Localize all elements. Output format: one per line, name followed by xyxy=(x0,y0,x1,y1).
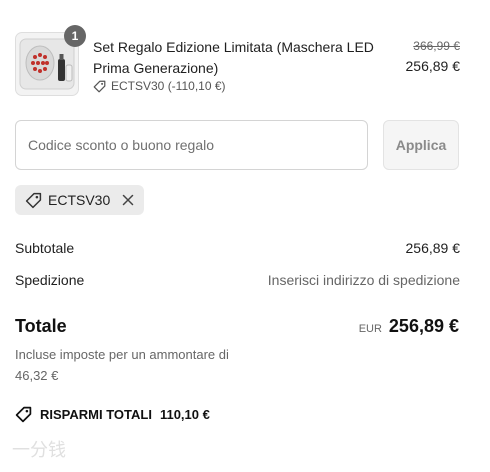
applied-discount-code: ECTSV30 xyxy=(48,192,111,208)
quantity-badge: 1 xyxy=(64,25,86,47)
apply-button[interactable]: Applica xyxy=(383,120,459,170)
tag-icon xyxy=(25,192,42,208)
savings-value: 110,10 € xyxy=(159,407,210,422)
shipping-row: Spedizione Inserisci indirizzo di spediz… xyxy=(15,272,460,288)
total-label: Totale xyxy=(15,316,67,336)
product-discount-text: ECTSV30 (-110,10 €) xyxy=(111,79,226,93)
savings-label: RISPARMI TOTALI xyxy=(40,407,152,422)
shipping-label: Spedizione xyxy=(15,272,85,288)
subtotal-row: Subtotale 256,89 € xyxy=(15,240,460,256)
remove-discount-button[interactable] xyxy=(122,194,134,206)
original-price: 366,99 € xyxy=(413,39,460,53)
total-amount-group: EUR 256,89 € xyxy=(359,316,459,337)
applied-discount-chip: ECTSV30 xyxy=(15,185,145,215)
subtotal-value: 256,89 € xyxy=(405,240,461,256)
product-discount: ECTSV30 (-110,10 €) xyxy=(93,79,226,93)
tag-icon xyxy=(93,80,106,92)
close-icon xyxy=(123,194,134,206)
watermark: 一分钱 xyxy=(12,440,66,460)
discount-code-input[interactable] xyxy=(15,120,368,170)
total-savings: RISPARMI TOTALI 110,10 € xyxy=(15,406,210,423)
product-name: Set Regalo Edizione Limitata (Maschera L… xyxy=(93,39,374,76)
cart-line-item: 1 Set Regalo Edizione Limitata (Maschera… xyxy=(15,25,461,96)
total-value: 256,89 € xyxy=(388,316,459,336)
tax-note: Incluse imposte per un ammontare di 46,3… xyxy=(15,347,229,383)
discounted-price: 256,89 € xyxy=(405,58,461,74)
currency-code: EUR xyxy=(358,323,382,335)
shipping-value: Inserisci indirizzo di spedizione xyxy=(267,272,460,288)
subtotal-label: Subtotale xyxy=(15,240,75,256)
tag-icon xyxy=(15,406,32,423)
